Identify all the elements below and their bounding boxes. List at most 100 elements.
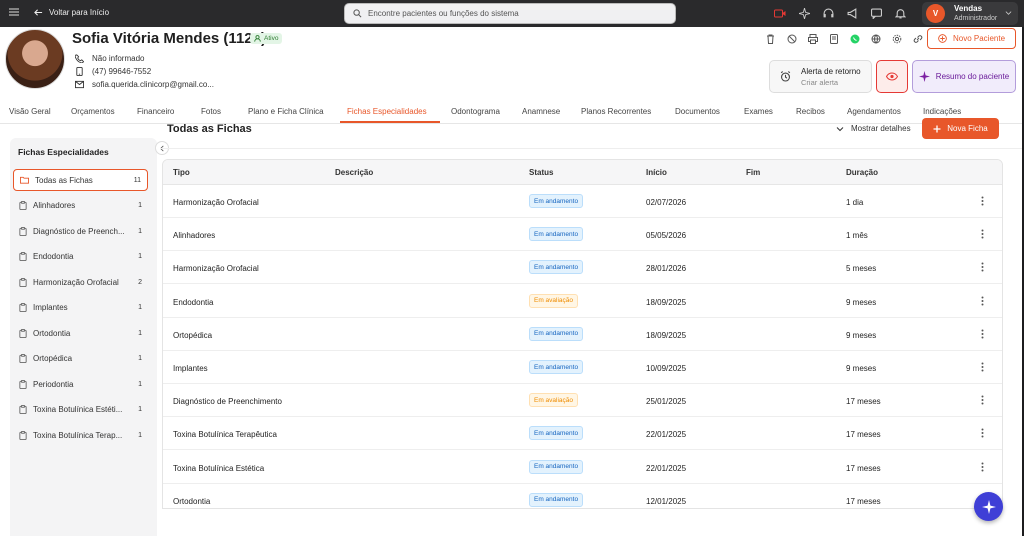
mobile-icon xyxy=(76,67,83,76)
divider xyxy=(160,148,1022,149)
trash-icon[interactable] xyxy=(760,33,781,45)
sidebar-item-label: Toxina Botulínica Terap... xyxy=(33,430,123,440)
sidebar-item[interactable]: Ortopédica 1 xyxy=(13,348,148,370)
device-icon[interactable] xyxy=(823,33,844,45)
tab-agendamentos[interactable]: Agendamentos xyxy=(847,107,901,116)
tab-odontograma[interactable]: Odontograma xyxy=(451,107,500,116)
column-tipo[interactable]: Tipo xyxy=(173,168,190,177)
cell-inicio: 18/09/2025 xyxy=(646,297,687,307)
sidebar-item[interactable]: Implantes 1 xyxy=(13,297,148,319)
hamburger-menu-icon[interactable] xyxy=(9,7,19,19)
more-options-icon[interactable] xyxy=(981,229,984,241)
sidebar-item-label: Implantes xyxy=(33,303,68,312)
return-alert-button[interactable]: Alerta de retorno Criar alerta xyxy=(769,60,872,93)
table-row[interactable]: Ortodontia Em andamento 12/01/2025 17 meses xyxy=(163,484,1002,508)
sparkle-icon xyxy=(918,71,930,82)
status-label: Ativo xyxy=(264,35,279,42)
bell-icon[interactable] xyxy=(888,6,912,20)
new-patient-button[interactable]: Novo Paciente xyxy=(927,28,1016,49)
table-row[interactable]: Ortopédica Em andamento 18/09/2025 9 meses xyxy=(163,318,1002,351)
sidebar-item[interactable]: Toxina Botulínica Estéti... 1 xyxy=(13,399,148,421)
cell-inicio: 25/01/2025 xyxy=(646,397,687,407)
ai-assistant-button[interactable] xyxy=(974,492,1003,521)
block-icon[interactable] xyxy=(781,33,802,45)
content-title: Todas as Fichas xyxy=(167,123,252,135)
table-row[interactable]: Alinhadores Em andamento 05/05/2026 1 mês xyxy=(163,218,1002,252)
more-options-icon[interactable] xyxy=(981,428,984,440)
print-icon[interactable] xyxy=(802,33,823,45)
table-row[interactable]: Toxina Botulínica Terapêutica Em andament… xyxy=(163,417,1002,451)
search-input[interactable]: Encontre pacientes ou funções do sistema xyxy=(344,3,676,24)
tab-exames[interactable]: Exames xyxy=(744,107,773,116)
column-inicio[interactable]: Início xyxy=(646,168,667,177)
cell-duracao: 17 meses xyxy=(846,496,881,506)
megaphone-icon[interactable] xyxy=(840,6,864,20)
new-record-button[interactable]: Nova Ficha xyxy=(922,118,999,139)
contact-phone: (47) 99646-7552 xyxy=(75,67,151,76)
view-button[interactable] xyxy=(876,60,908,93)
tab-financeiro[interactable]: Financeiro xyxy=(137,107,174,116)
sidebar-item-count: 1 xyxy=(138,329,142,337)
sparkle-icon[interactable] xyxy=(792,6,816,20)
column-status[interactable]: Status xyxy=(529,168,553,177)
more-options-icon[interactable] xyxy=(981,329,984,341)
more-options-icon[interactable] xyxy=(981,196,984,208)
column-fim[interactable]: Fim xyxy=(746,168,760,177)
sidebar-item[interactable]: Alinhadores 1 xyxy=(13,195,148,217)
arrow-left-icon xyxy=(34,9,43,16)
table-row[interactable]: Harmonização Orofacial Em andamento 28/01/… xyxy=(163,251,1002,285)
tab-visao-geral[interactable]: Visão Geral xyxy=(9,107,51,116)
more-options-icon[interactable] xyxy=(981,296,984,308)
tab-indicacoes[interactable]: Indicações xyxy=(923,107,961,116)
sidebar-item[interactable]: Ortodontia 1 xyxy=(13,322,148,344)
tab-orcamentos[interactable]: Orçamentos xyxy=(71,107,115,116)
column-duracao[interactable]: Duração xyxy=(846,168,878,177)
status-badge: Em andamento xyxy=(529,194,584,208)
sidebar-item[interactable]: Periodontia 1 xyxy=(13,373,148,395)
tab-anamnese[interactable]: Anamnese xyxy=(522,107,560,116)
status-badge: Em andamento xyxy=(529,492,584,507)
clipboard-icon xyxy=(19,303,27,312)
patient-tabs: Visão Geral Orçamentos Financeiro Fotos … xyxy=(0,99,1022,124)
sidebar-item-count: 11 xyxy=(133,176,141,184)
tab-fichas-especialidades[interactable]: Fichas Especialidades xyxy=(347,107,427,116)
sidebar-item-count: 1 xyxy=(138,202,142,209)
headset-icon[interactable] xyxy=(816,6,840,20)
whatsapp-icon[interactable] xyxy=(844,33,865,45)
video-icon[interactable] xyxy=(768,6,792,20)
show-details-toggle[interactable]: Mostrar detalhes xyxy=(836,124,911,133)
table-row[interactable]: Diagnóstico de Preenchimento Em avaliação… xyxy=(163,384,1002,418)
more-options-icon[interactable] xyxy=(981,395,984,407)
chat-icon[interactable] xyxy=(864,6,888,20)
tab-fotos[interactable]: Fotos xyxy=(201,107,221,116)
sidebar-item[interactable]: Toxina Botulínica Terap... 1 xyxy=(13,424,148,446)
sidebar-item[interactable]: Diagnóstico de Preench... 1 xyxy=(13,220,148,242)
patient-summary-button[interactable]: Resumo do paciente xyxy=(912,60,1016,93)
column-descricao[interactable]: Descrição xyxy=(335,168,373,177)
tab-planos-recorrentes[interactable]: Planos Recorrentes xyxy=(581,107,651,116)
tab-recibos[interactable]: Recibos xyxy=(796,107,825,116)
user-menu[interactable]: V Vendas Administrador xyxy=(922,2,1018,25)
sidebar-item[interactable]: Harmonização Orofacial 2 xyxy=(13,271,148,293)
sidebar-item-label: Ortodontia xyxy=(33,328,71,338)
sidebar-item[interactable]: Endodontia 1 xyxy=(13,246,148,268)
gear-icon[interactable] xyxy=(886,33,907,45)
table-row[interactable]: Toxina Botulínica Estética Em andamento 22… xyxy=(163,451,1002,484)
tab-documentos[interactable]: Documentos xyxy=(675,107,720,116)
table-row[interactable]: Endodontia Em avaliação 18/09/2025 9 meses xyxy=(163,285,1002,318)
cell-tipo: Toxina Botulínica Terapêutica xyxy=(173,430,277,440)
link-icon[interactable] xyxy=(907,33,928,45)
more-options-icon[interactable] xyxy=(981,362,984,374)
globe-icon[interactable] xyxy=(865,33,886,45)
cell-duracao: 17 meses xyxy=(846,397,881,407)
table-row[interactable]: Harmonização Orofacial Em andamento 02/07/… xyxy=(163,185,1002,218)
patient-name: Sofia Vitória Mendes (1120) xyxy=(72,30,266,47)
sidebar-item[interactable]: Todas as Fichas 11 xyxy=(13,169,148,191)
back-to-home-link[interactable]: Voltar para Início xyxy=(34,8,109,17)
return-alert-title: Alerta de retorno xyxy=(801,66,861,76)
patient-actions xyxy=(760,33,928,45)
more-options-icon[interactable] xyxy=(981,462,984,474)
tab-plano-ficha-clinica[interactable]: Plano e Ficha Clínica xyxy=(248,107,324,116)
table-row[interactable]: Implantes Em andamento 10/09/2025 9 meses xyxy=(163,351,1002,384)
more-options-icon[interactable] xyxy=(981,262,984,274)
